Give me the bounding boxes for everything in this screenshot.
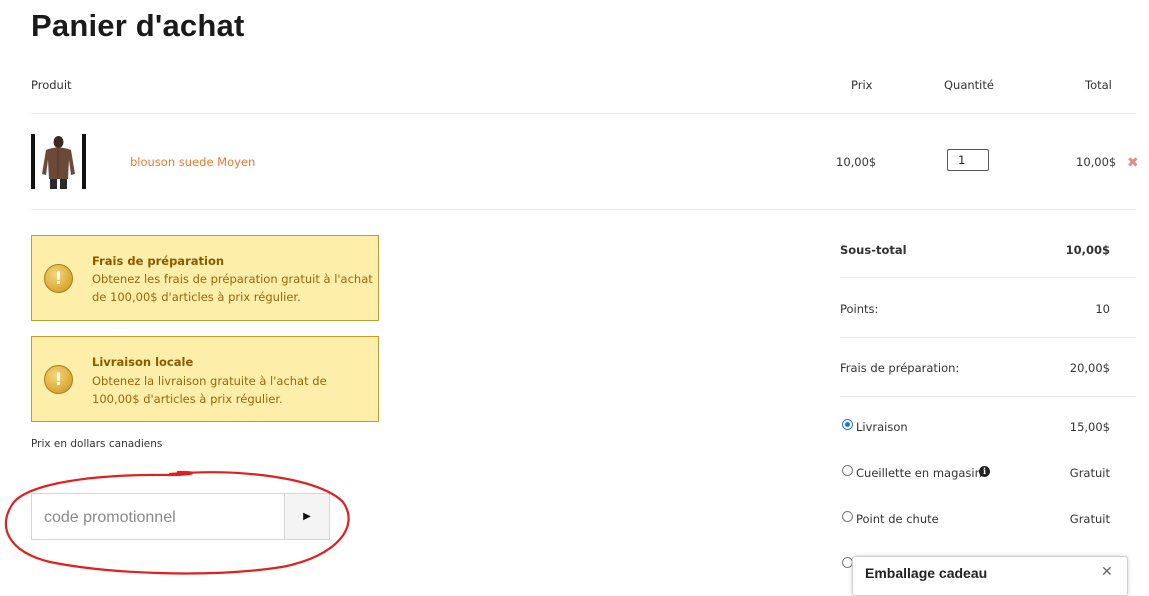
notice-text: Obtenez la livraison gratuite à l'achat …: [92, 374, 327, 406]
quantity-input[interactable]: [947, 149, 989, 171]
close-icon[interactable]: ✕: [1101, 564, 1113, 580]
shipping-radio-store-pickup[interactable]: [842, 465, 853, 476]
column-header-product: Produit: [31, 78, 72, 92]
notice-local-delivery: ! Livraison locale Obtenez la livraison …: [31, 336, 379, 422]
summary-divider: [840, 396, 1136, 397]
product-name-link[interactable]: blouson suede Moyen: [130, 155, 255, 169]
page-title: Panier d'achat: [31, 8, 245, 43]
annotation-circle: [4, 470, 350, 575]
row-divider: [31, 209, 1136, 210]
points-label: Points:: [840, 302, 879, 316]
shipping-value-store-pickup: Gratuit: [1069, 466, 1110, 480]
shipping-label-drop-point[interactable]: Point de chute: [856, 512, 939, 526]
subtotal-label: Sous-total: [840, 243, 907, 257]
shipping-radio-drop-point[interactable]: [842, 511, 853, 522]
subtotal-value: 10,00$: [1065, 243, 1110, 257]
product-thumbnail[interactable]: [31, 134, 86, 189]
summary-divider: [840, 337, 1136, 338]
popup-title: Emballage cadeau: [865, 565, 988, 581]
summary-divider: [840, 277, 1136, 278]
item-price: 10,00$: [836, 155, 877, 169]
shipping-label-store-pickup[interactable]: Cueillette en magasin: [856, 466, 982, 480]
shipping-value-delivery: 15,00$: [1069, 420, 1110, 434]
close-icon: ✖: [1127, 155, 1139, 171]
column-header-quantity: Quantité: [944, 78, 994, 92]
item-total: 10,00$: [1076, 155, 1117, 169]
points-value: 10: [1095, 302, 1110, 316]
column-header-price: Prix: [851, 78, 873, 92]
currency-note: Prix en dollars canadiens: [31, 438, 163, 450]
prep-fees-value: 20,00$: [1069, 361, 1110, 375]
notice-text: Obtenez les frais de préparation gratuit…: [92, 272, 373, 304]
prep-fees-label: Frais de préparation:: [840, 361, 960, 375]
shipping-label-delivery[interactable]: Livraison: [856, 420, 908, 434]
gift-wrap-popup: Emballage cadeau ✕: [852, 556, 1128, 596]
notice-title: Frais de préparation: [92, 254, 225, 268]
notice-preparation-fees: ! Frais de préparation Obtenez les frais…: [31, 235, 379, 321]
column-header-total: Total: [1085, 78, 1112, 92]
warning-exclamation-icon: !: [44, 264, 73, 293]
remove-item-button[interactable]: ✖: [1127, 155, 1139, 171]
brown-jacket-photo: [31, 134, 86, 189]
warning-exclamation-icon: !: [44, 365, 73, 394]
info-icon[interactable]: i: [979, 466, 990, 477]
header-divider: [31, 113, 1136, 114]
shipping-value-drop-point: Gratuit: [1069, 512, 1110, 526]
shipping-radio-delivery[interactable]: [842, 419, 853, 430]
notice-title: Livraison locale: [92, 355, 194, 369]
